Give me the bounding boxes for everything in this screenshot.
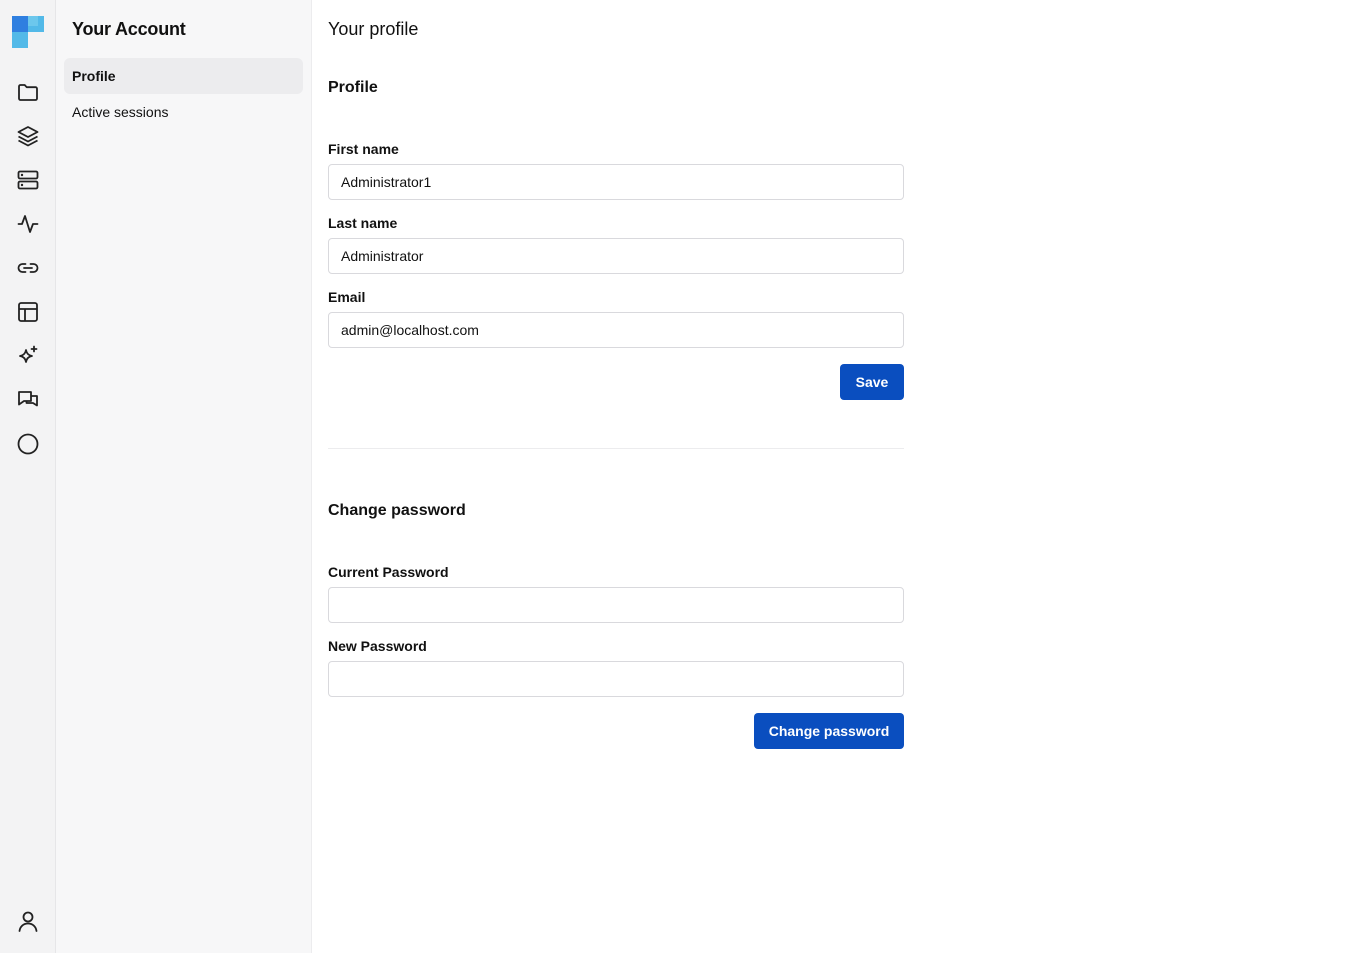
section-divider	[328, 448, 904, 449]
current-password-input[interactable]	[328, 587, 904, 623]
email-input[interactable]	[328, 312, 904, 348]
page-title: Your profile	[328, 19, 419, 39]
layers-icon[interactable]	[14, 122, 42, 150]
save-button[interactable]: Save	[840, 364, 904, 400]
first-name-label: First name	[328, 141, 399, 157]
activity-icon[interactable]	[14, 210, 42, 238]
sidebar-item-profile[interactable]: Profile	[64, 58, 303, 94]
new-password-input[interactable]	[328, 661, 904, 697]
email-label: Email	[328, 289, 366, 305]
folder-icon[interactable]	[14, 78, 42, 106]
sidebar-item-active-sessions[interactable]: Active sessions	[64, 94, 303, 130]
app-logo[interactable]	[12, 16, 44, 48]
table-icon[interactable]	[14, 298, 42, 326]
sidebar-title: Your Account	[72, 19, 186, 39]
profile-heading: Profile	[328, 79, 378, 96]
server-icon[interactable]	[14, 166, 42, 194]
sparkles-icon[interactable]	[14, 342, 42, 370]
first-name-input[interactable]	[328, 164, 904, 200]
circle-icon[interactable]	[14, 430, 42, 458]
account-sidebar: Your Account Profile Active sessions	[56, 0, 312, 953]
last-name-label: Last name	[328, 215, 398, 231]
change-password-heading: Change password	[328, 502, 466, 519]
messages-icon[interactable]	[14, 386, 42, 414]
current-password-label: Current Password	[328, 564, 449, 580]
link-icon[interactable]	[14, 254, 42, 282]
icon-rail	[0, 0, 56, 953]
new-password-label: New Password	[328, 638, 427, 654]
user-icon[interactable]	[14, 907, 42, 935]
last-name-input[interactable]	[328, 238, 904, 274]
change-password-button[interactable]: Change password	[754, 713, 904, 749]
